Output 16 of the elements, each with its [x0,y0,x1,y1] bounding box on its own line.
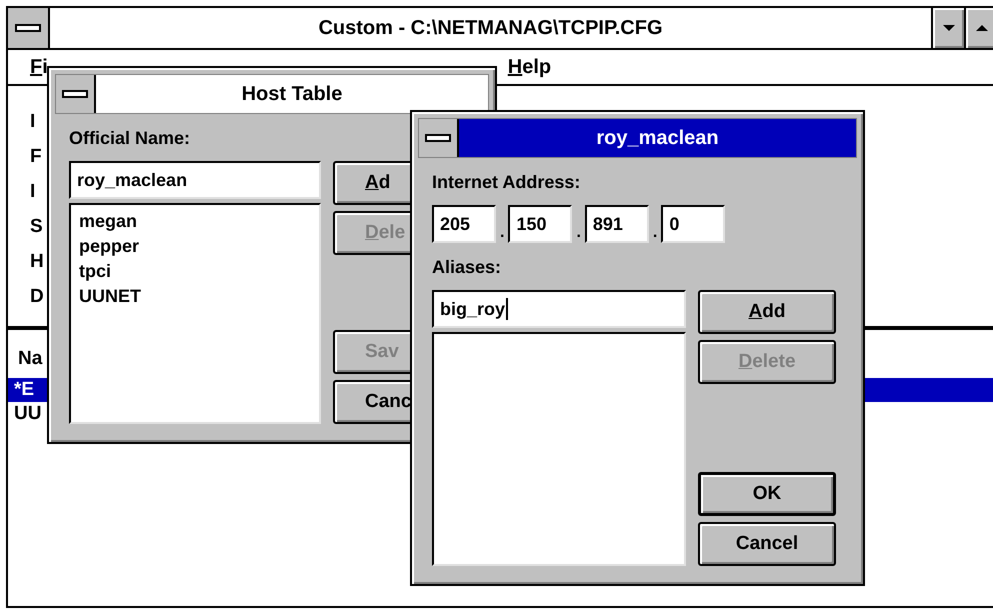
setting-label: D [30,285,44,309]
field-label: Official Name: [69,128,190,149]
setting-label: F [30,145,43,169]
window-title: roy_maclean [459,119,856,157]
setting-label: I [30,180,36,204]
setting-label: S [30,215,44,239]
octet-separator: . [576,223,581,243]
octet-separator: . [500,223,504,243]
column-header: Na [18,348,42,370]
setting-label: I [30,110,36,134]
window-title: Custom - C:\NETMANAG\TCPIP.CFG [317,16,664,41]
octet-separator: . [652,223,658,243]
setting-label: H [30,250,44,274]
field-label: Aliases: [432,257,502,278]
window-title: Host Table [96,75,488,113]
field-label: Internet Address: [432,172,580,193]
